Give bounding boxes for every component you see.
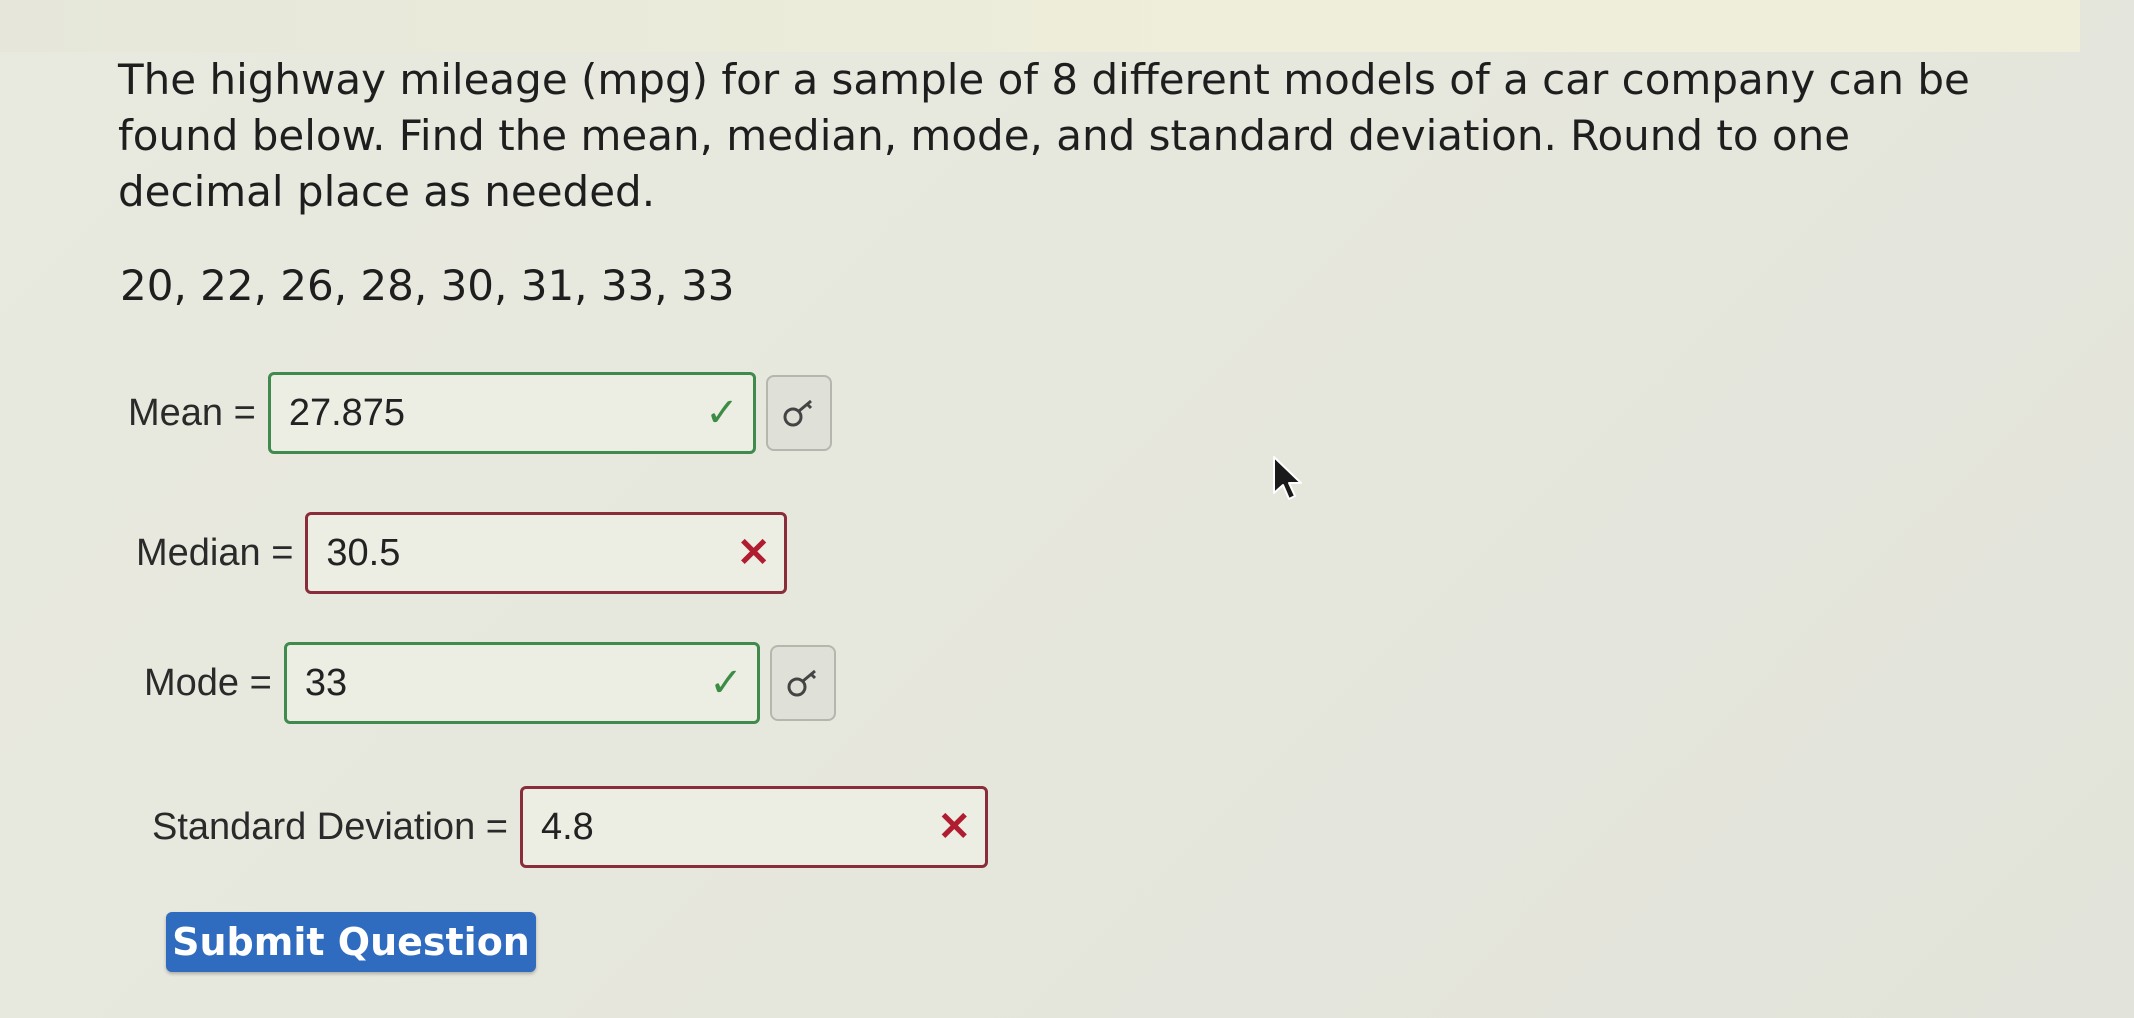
key-button[interactable] [769, 645, 836, 721]
std-dev-label: Standard Deviation = [152, 805, 508, 848]
mode-label: Mode = [144, 661, 272, 704]
key-button[interactable] [765, 375, 832, 451]
check-icon: ✓ [705, 391, 739, 435]
check-icon: ✓ [709, 661, 743, 705]
median-row: Median = 30.5 ✕ [136, 512, 788, 594]
mean-value: 27.875 [288, 391, 406, 434]
std-dev-input[interactable]: 4.8 ✕ [519, 786, 988, 868]
mean-input[interactable]: 27.875 ✓ [267, 372, 756, 454]
top-band [0, 0, 2080, 52]
cross-icon: ✕ [937, 805, 971, 849]
key-icon [787, 669, 816, 697]
std-dev-row: Standard Deviation = 4.8 ✕ [152, 786, 988, 868]
mouse-cursor-icon [1273, 456, 1302, 500]
median-value: 30.5 [326, 531, 401, 574]
median-input[interactable]: 30.5 ✕ [305, 512, 788, 594]
median-label: Median = [136, 531, 294, 574]
mode-input[interactable]: 33 ✓ [283, 642, 760, 724]
mean-row: Mean = 27.875 ✓ [128, 372, 832, 454]
cross-icon: ✕ [736, 531, 771, 575]
mode-row: Mode = 33 ✓ [144, 642, 836, 724]
mean-label: Mean = [128, 391, 256, 434]
std-dev-value: 4.8 [540, 805, 594, 848]
question-text: The highway mileage (mpg) for a sample o… [118, 55, 1970, 216]
data-values: 20, 22, 26, 28, 30, 31, 33, 33 [120, 261, 735, 310]
submit-question-button[interactable]: Submit Question [166, 912, 536, 972]
mode-value: 33 [304, 661, 348, 704]
key-icon [783, 399, 812, 427]
